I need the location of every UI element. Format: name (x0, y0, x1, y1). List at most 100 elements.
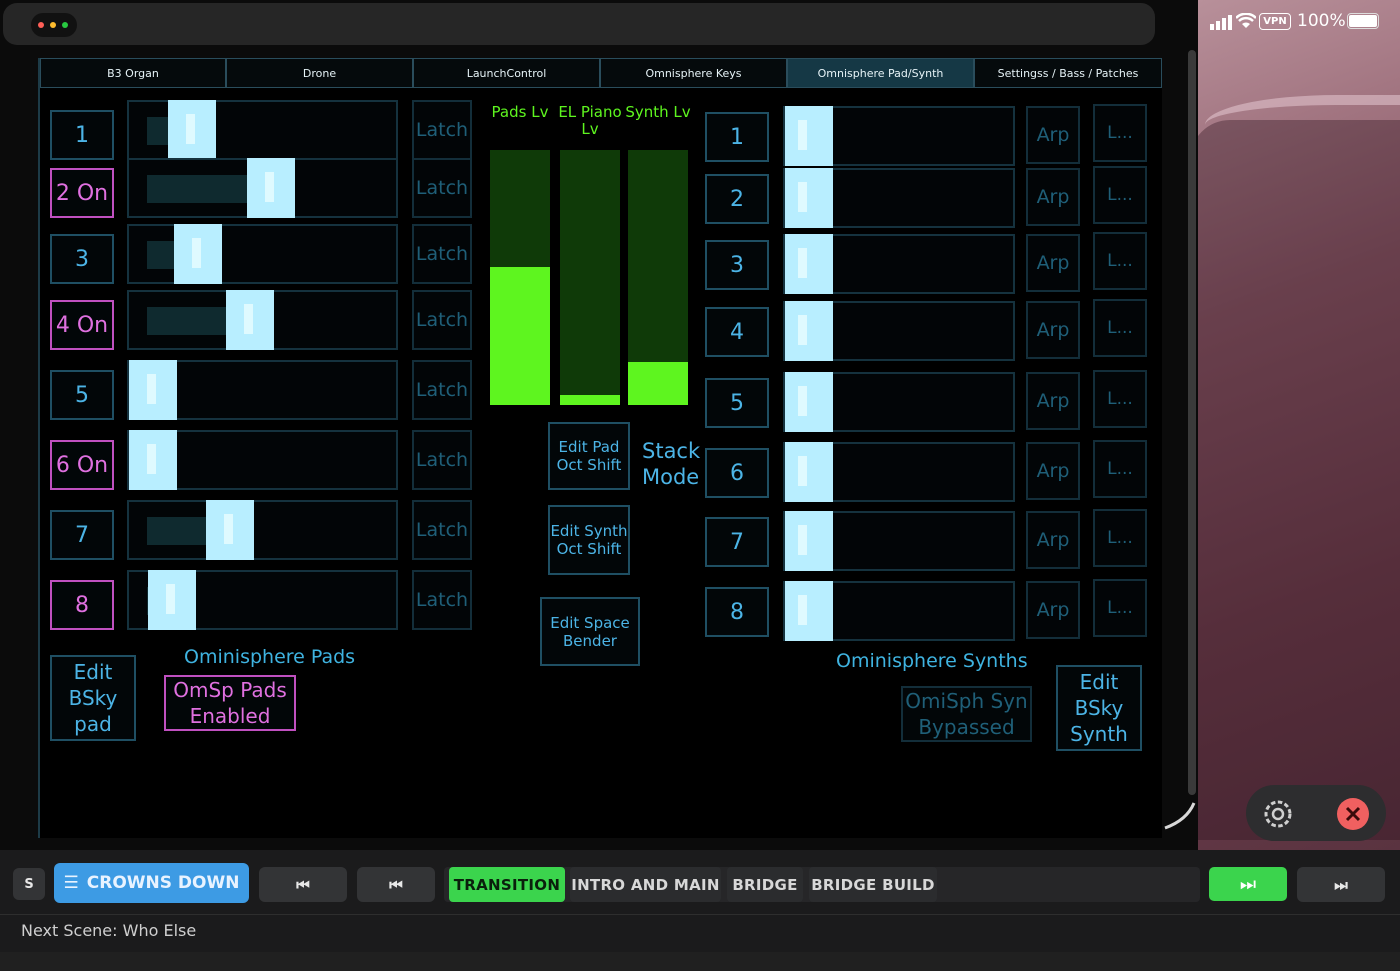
skip-back-button[interactable]: ⏮ (259, 867, 347, 902)
pad-level-slider-7[interactable] (127, 500, 398, 560)
synth-level-slider-2[interactable] (783, 168, 1015, 228)
latch-button-2[interactable]: Latch (412, 158, 472, 218)
latch-button-8[interactable]: Latch (412, 570, 472, 630)
arp-button-2[interactable]: Arp (1026, 168, 1080, 226)
pad-button-4[interactable]: 4 On (50, 300, 114, 350)
tab-b3-organ[interactable]: B3 Organ (40, 58, 226, 88)
tab-settingss-bass-patches[interactable]: Settingss / Bass / Patches (974, 58, 1162, 88)
slider-knob[interactable] (247, 158, 296, 218)
slider-knob[interactable] (785, 301, 833, 361)
slider-knob[interactable] (174, 224, 223, 284)
omisph-syn-bypassed-toggle[interactable]: OmiSph Syn Bypassed (901, 686, 1032, 742)
scroll-indicator[interactable] (1162, 48, 1198, 838)
pad-level-slider-6[interactable] (127, 430, 398, 490)
slider-knob[interactable] (785, 234, 833, 294)
synth-level-slider-6[interactable] (783, 442, 1015, 502)
slider-knob[interactable] (129, 360, 177, 420)
latch-short-button-5[interactable]: L... (1093, 370, 1147, 428)
slider-knob[interactable] (129, 430, 177, 490)
latch-button-1[interactable]: Latch (412, 100, 472, 160)
latch-short-button-2[interactable]: L... (1093, 166, 1147, 224)
scene-intro-and-main[interactable]: INTRO AND MAIN (570, 867, 721, 902)
pad-button-3[interactable]: 3 (50, 234, 114, 284)
synth-button-6[interactable]: 6 (705, 448, 769, 498)
skip-forward-button[interactable]: ⏭ (1297, 867, 1385, 902)
setlist-button[interactable]: ☰ CROWNS DOWN (54, 863, 249, 903)
slider-knob[interactable] (206, 500, 255, 560)
scene-bridge[interactable]: BRIDGE (727, 867, 803, 902)
synth-level-slider-5[interactable] (783, 372, 1015, 432)
slider-knob[interactable] (785, 581, 833, 641)
latch-short-button-1[interactable]: L... (1093, 104, 1147, 162)
settings-gear-icon[interactable] (1261, 797, 1295, 831)
arp-button-5[interactable]: Arp (1026, 372, 1080, 430)
latch-button-4[interactable]: Latch (412, 290, 472, 350)
pad-level-slider-1[interactable] (127, 100, 398, 160)
arp-button-1[interactable]: Arp (1026, 106, 1080, 164)
window-controls[interactable] (31, 13, 77, 37)
latch-short-button-3[interactable]: L... (1093, 232, 1147, 290)
scene-transition[interactable]: TRANSITION (449, 867, 565, 902)
latch-button-7[interactable]: Latch (412, 500, 472, 560)
pad-button-1[interactable]: 1 (50, 110, 114, 160)
latch-short-button-7[interactable]: L... (1093, 509, 1147, 567)
slider-knob[interactable] (785, 168, 833, 228)
arp-button-6[interactable]: Arp (1026, 442, 1080, 500)
tab-omnisphere-keys[interactable]: Omnisphere Keys (600, 58, 787, 88)
pad-button-6[interactable]: 6 On (50, 440, 114, 490)
arp-button-8[interactable]: Arp (1026, 581, 1080, 639)
close-window-icon[interactable] (38, 22, 44, 28)
synth-level-slider-4[interactable] (783, 301, 1015, 361)
tab-drone[interactable]: Drone (226, 58, 413, 88)
pad-level-slider-3[interactable] (127, 224, 398, 284)
latch-button-3[interactable]: Latch (412, 224, 472, 284)
slider-knob[interactable] (167, 100, 216, 160)
s-button[interactable]: S (13, 868, 45, 900)
edit-bsky-pad-button[interactable]: Edit BSky pad (50, 655, 136, 741)
latch-short-button-4[interactable]: L... (1093, 299, 1147, 357)
tab-omnisphere-pad-synth[interactable]: Omnisphere Pad/Synth (787, 58, 974, 88)
pad-button-2[interactable]: 2 On (50, 168, 114, 218)
synth-level-slider-3[interactable] (783, 234, 1015, 294)
latch-short-button-8[interactable]: L... (1093, 579, 1147, 637)
synth-level-slider-1[interactable] (783, 106, 1015, 166)
pad-level-slider-5[interactable] (127, 360, 398, 420)
scene-bridge-build[interactable]: BRIDGE BUILD (809, 867, 937, 902)
synth-button-5[interactable]: 5 (705, 378, 769, 428)
pad-level-slider-2[interactable] (127, 158, 398, 218)
stack-mode-label[interactable]: Stack Mode (642, 438, 700, 490)
synth-button-4[interactable]: 4 (705, 307, 769, 357)
synth-button-7[interactable]: 7 (705, 517, 769, 567)
arp-button-7[interactable]: Arp (1026, 511, 1080, 569)
pad-level-slider-8[interactable] (127, 570, 398, 630)
minimize-window-icon[interactable] (50, 22, 56, 28)
previous-button[interactable]: ⏮ (357, 867, 435, 902)
omsp-pads-enabled-toggle[interactable]: OmSp Pads Enabled (164, 675, 296, 731)
zoom-window-icon[interactable] (62, 22, 68, 28)
tab-launchcontrol[interactable]: LaunchControl (413, 58, 600, 88)
edit-synth-oct-shift-button[interactable]: Edit Synth Oct Shift (548, 505, 630, 575)
latch-button-6[interactable]: Latch (412, 430, 472, 490)
slider-knob[interactable] (785, 372, 833, 432)
close-icon[interactable] (1337, 798, 1369, 830)
synth-level-slider-8[interactable] (783, 581, 1015, 641)
slider-knob[interactable] (785, 442, 833, 502)
synth-button-3[interactable]: 3 (705, 240, 769, 290)
slider-knob[interactable] (225, 290, 274, 350)
arp-button-4[interactable]: Arp (1026, 301, 1080, 359)
pad-level-slider-4[interactable] (127, 290, 398, 350)
synth-button-8[interactable]: 8 (705, 587, 769, 637)
edit-bsky-synth-button[interactable]: Edit BSky Synth (1056, 665, 1142, 751)
synth-button-2[interactable]: 2 (705, 174, 769, 224)
play-next-button[interactable]: ⏭ (1209, 867, 1287, 901)
synth-level-slider-7[interactable] (783, 511, 1015, 571)
edit-space-bender-button[interactable]: Edit Space Bender (540, 597, 640, 666)
slider-knob[interactable] (785, 511, 833, 571)
synth-button-1[interactable]: 1 (705, 112, 769, 162)
slider-knob[interactable] (148, 570, 197, 630)
pad-button-5[interactable]: 5 (50, 370, 114, 420)
slider-knob[interactable] (785, 106, 833, 166)
latch-short-button-6[interactable]: L... (1093, 440, 1147, 498)
pad-button-8[interactable]: 8 (50, 580, 114, 630)
arp-button-3[interactable]: Arp (1026, 234, 1080, 292)
